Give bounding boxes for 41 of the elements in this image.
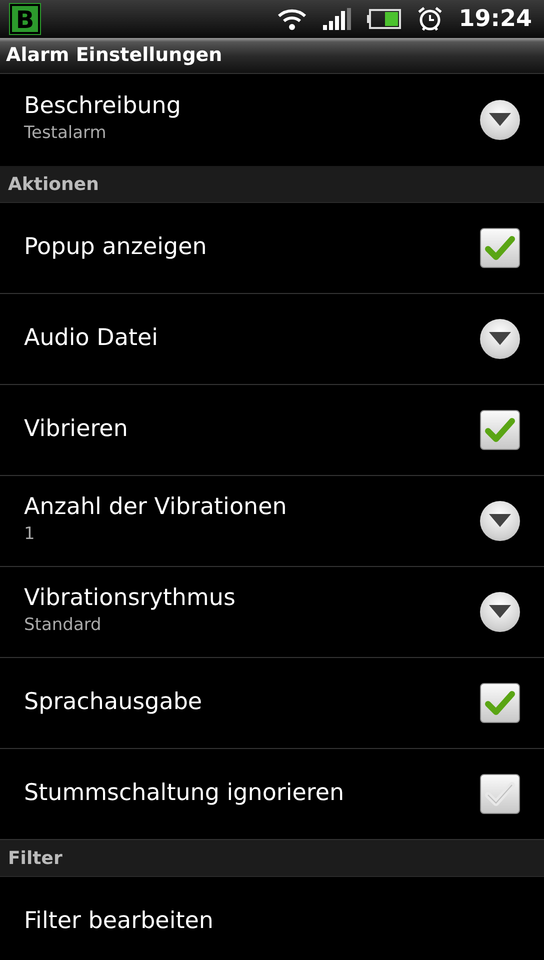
app-notification-icon: B xyxy=(10,4,40,34)
preference-row[interactable]: Anzahl der Vibrationen 1 xyxy=(0,476,544,567)
signal-icon xyxy=(322,8,351,30)
preference-title: Filter bearbeiten xyxy=(24,908,214,936)
checkbox[interactable] xyxy=(480,774,520,814)
caret-icon xyxy=(489,332,511,346)
caret-icon xyxy=(489,514,511,528)
preference-row[interactable]: Beschreibung Testalarm xyxy=(0,74,544,166)
wifi-icon xyxy=(276,7,307,31)
checkbox[interactable] xyxy=(480,410,520,450)
preference-row[interactable]: Vibrationsrythmus Standard xyxy=(0,567,544,658)
battery-icon xyxy=(366,9,401,29)
preference-row[interactable]: Vibrieren xyxy=(0,385,544,476)
section-header: Aktionen xyxy=(8,172,99,196)
section-header: Filter xyxy=(8,846,62,870)
preference-row[interactable]: Sprachausgabe xyxy=(0,658,544,749)
preference-row[interactable]: Popup anzeigen xyxy=(0,203,544,294)
dropdown-button[interactable] xyxy=(480,501,520,541)
dropdown-button[interactable] xyxy=(480,592,520,632)
preference-summary: Standard xyxy=(24,614,102,638)
checkbox[interactable] xyxy=(480,683,520,723)
preference-title: Vibrationsrythmus xyxy=(24,585,236,614)
preference-row[interactable]: Audio Datei xyxy=(0,294,544,385)
preference-title: Stummschaltung ignorieren xyxy=(24,780,346,808)
preference-title: Popup anzeigen xyxy=(24,234,208,262)
caret-icon xyxy=(489,605,511,619)
screen-title: Alarm Einstellungen xyxy=(6,43,222,68)
preference-title: Audio Datei xyxy=(24,325,160,353)
clock-time: 19:24 xyxy=(458,4,532,34)
preference-summary: 1 xyxy=(24,523,36,546)
preference-title: Vibrieren xyxy=(24,416,129,444)
alarm-clock-icon xyxy=(416,6,443,32)
dropdown-button[interactable] xyxy=(480,319,520,359)
caret-icon xyxy=(489,113,511,127)
preference-title: Sprachausgabe xyxy=(24,689,204,717)
preference-title: Beschreibung xyxy=(24,93,182,122)
preference-summary: Testalarm xyxy=(24,122,108,146)
checkbox[interactable] xyxy=(480,228,520,268)
dropdown-button[interactable] xyxy=(480,100,520,140)
preference-title: Anzahl der Vibrationen xyxy=(24,494,288,522)
preference-row[interactable]: Filter bearbeiten xyxy=(0,877,544,960)
